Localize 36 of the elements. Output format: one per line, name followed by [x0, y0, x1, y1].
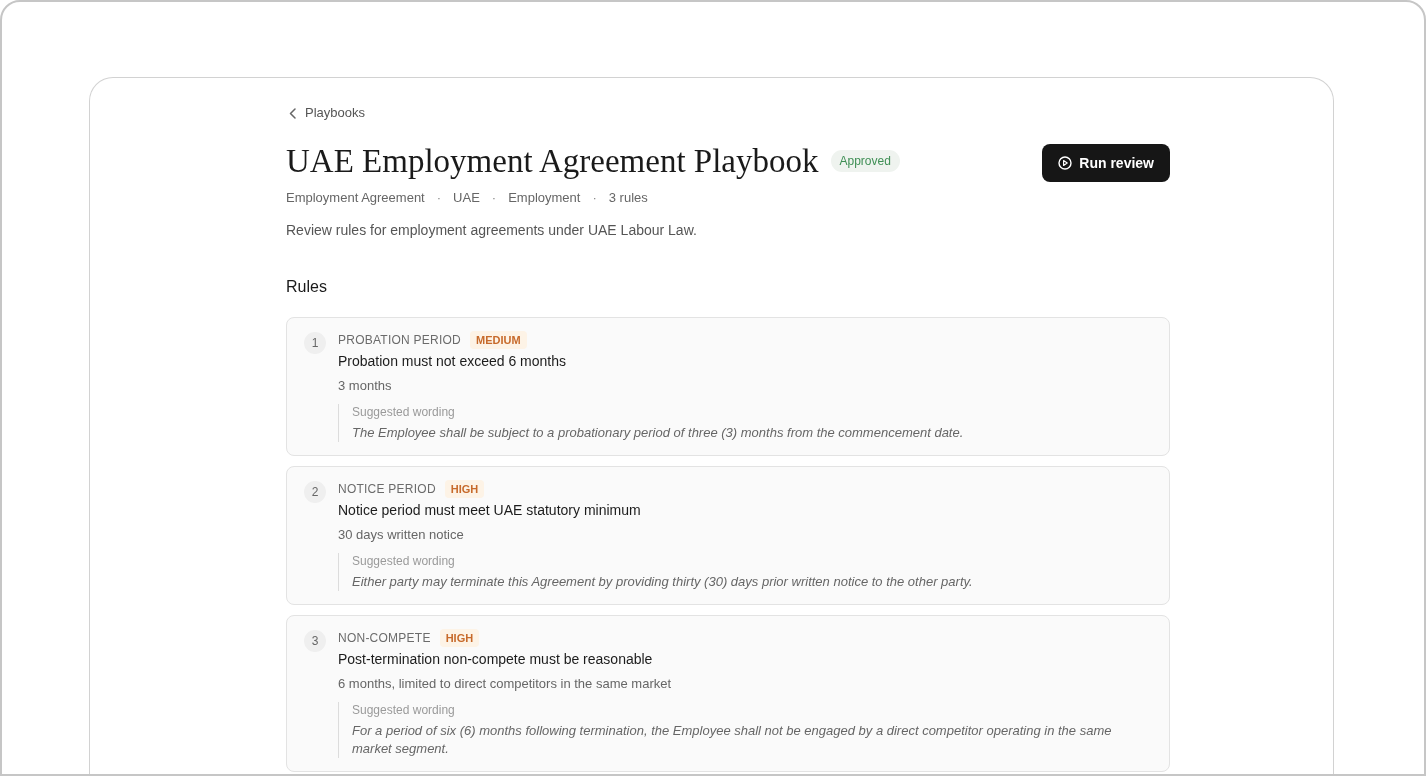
meta-separator: ·	[592, 189, 597, 208]
meta-text: UAE	[453, 189, 480, 208]
rule-number: 1	[304, 332, 326, 354]
rule-value: 6 months, limited to direct competitors in the same market	[338, 675, 672, 693]
rule-category: NON-COMPETE	[338, 630, 431, 647]
page-title: UAE Employment Agreement Playbook	[286, 142, 819, 181]
rule-category: NOTICE PERIOD	[338, 481, 436, 498]
rule-value: 30 days written notice	[338, 526, 464, 544]
play-circle-icon	[1058, 156, 1073, 170]
suggestion-label: Suggested wording	[352, 702, 455, 719]
meta-text: 3 rules	[608, 189, 648, 208]
meta-text: Employment	[508, 189, 581, 208]
suggested-wording: Either party may terminate this Agreement by providing thirty (30) days prior written notice to the other party.	[352, 573, 974, 591]
breadcrumb-link[interactable]: Playbooks	[286, 103, 365, 123]
section-heading: Rules	[286, 277, 328, 297]
rule-title: Probation must not exceed 6 months	[338, 352, 567, 371]
severity-badge: MEDIUM	[469, 331, 527, 349]
chevron-left-icon	[289, 107, 296, 119]
severity-badge: HIGH	[439, 629, 480, 647]
suggested-wording: The Employee shall be subject to a probationary period of three (3) months from the commencement date.	[352, 424, 965, 442]
run-review-button[interactable]: Run review	[1042, 144, 1170, 182]
rule-number: 3	[304, 630, 326, 652]
meta-separator: ·	[491, 189, 497, 208]
rule-category: PROBATION PERIOD	[338, 332, 461, 349]
rule-title: Post-termination non-compete must be reasonable	[338, 650, 653, 669]
suggestion-label: Suggested wording	[352, 404, 455, 421]
playbook-description: Review rules for employment agreements under UAE Labour Law.	[286, 221, 698, 240]
meta-separator: ·	[436, 189, 442, 208]
suggestion-label: Suggested wording	[352, 553, 455, 570]
severity-badge: HIGH	[444, 480, 485, 498]
rule-value: 3 months	[338, 377, 392, 395]
suggested-wording: For a period of six (6) months following termination, the Employee shall not be engaged by a direct competitor operating in the same market segment.	[352, 722, 1113, 758]
status-badge: Approved	[830, 150, 900, 172]
rule-number: 2	[304, 481, 326, 503]
meta-text: Employment Agreement	[286, 189, 425, 208]
rule-title: Notice period must meet UAE statutory minimum	[338, 501, 641, 520]
